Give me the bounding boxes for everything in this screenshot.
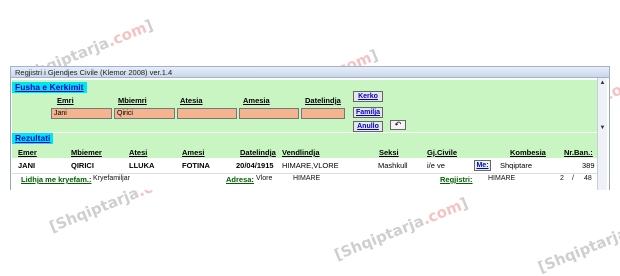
field-label-datelindja: Datelindja [305, 96, 341, 105]
atesia-input[interactable] [177, 108, 237, 119]
emri-input[interactable]: Jani [51, 108, 112, 119]
search-section-header: Fusha e Kerkimit [12, 82, 87, 93]
field-label-atesia: Atesia [180, 96, 203, 105]
family-button[interactable]: Familja [353, 107, 383, 118]
cell-datelindja: 20/04/1915 [236, 161, 274, 170]
cell-nr-ban: 389 [582, 161, 595, 170]
cell-seksi: Mashkull [378, 161, 408, 170]
column-header-mbiemer[interactable]: Mbiemer [71, 148, 102, 157]
column-header-gj-civile[interactable]: Gj.Civile [427, 148, 457, 157]
scroll-up-arrow-icon[interactable]: ▲ [599, 79, 606, 87]
cell-vendlindja: HIMARE,VLORE [282, 161, 339, 170]
window-title: Regjistri i Gjendjes Civile (Klemor 2008… [15, 68, 173, 77]
watermark: [Shqiptarja] [535, 224, 620, 276]
results-panel [12, 133, 597, 147]
lidhja-label: Lidhja me kryefam.: [21, 175, 92, 184]
cancel-button[interactable]: Anullo [353, 121, 383, 132]
column-header-atesi[interactable]: Atesi [129, 148, 147, 157]
column-header-seksi[interactable]: Seksi [379, 148, 399, 157]
column-header-amesi[interactable]: Amesi [182, 148, 205, 157]
window-title-bar[interactable]: Regjistri i Gjendjes Civile (Klemor 2008… [10, 66, 610, 78]
field-label-amesia: Amesia [243, 96, 270, 105]
adresa-label: Adresa: [226, 175, 254, 184]
undo-arrow-icon[interactable]: ↶ [390, 120, 406, 130]
lidhja-value: Kryefamiljar [93, 175, 130, 182]
column-header-kombesia[interactable]: Kombesia [510, 148, 546, 157]
watermark: [Shqiptarja.com] [331, 193, 471, 265]
page-separator: / [572, 175, 574, 182]
search-button[interactable]: Kerko [353, 91, 383, 102]
regjistri-value: HIMARE [488, 175, 516, 182]
adresa-place: HIMARE [293, 175, 321, 182]
amesia-input[interactable] [239, 108, 299, 119]
field-label-mbiemri: Mbiemri [118, 96, 147, 105]
page-total: 48 [584, 175, 592, 182]
mbiemri-input[interactable]: Qirici [114, 108, 175, 119]
column-header-emer[interactable]: Emer [18, 148, 37, 157]
scroll-down-arrow-icon[interactable]: ▼ [599, 124, 606, 132]
column-header-nr-ban[interactable]: Nr.Ban.: [564, 148, 593, 157]
cell-amesi: FOTINA [182, 161, 210, 170]
cell-atesi: LLUKA [129, 161, 155, 170]
vertical-scrollbar[interactable]: ▲ ▼ [597, 78, 607, 190]
search-panel [12, 80, 597, 132]
cell-mbiemer: QIRICI [71, 161, 94, 170]
cell-emer: JANI [18, 161, 36, 170]
datelindja-input[interactable] [301, 108, 345, 119]
field-label-emri: Emri [57, 96, 74, 105]
cell-kombesia: Shqiptare [500, 161, 533, 170]
column-header-datelindja[interactable]: Datelindja [240, 148, 276, 157]
page-current: 2 [560, 175, 564, 182]
adresa-city: Vlore [256, 175, 273, 182]
regjistri-label: Regjistri: [440, 175, 473, 184]
cell-gj-civile: i/e ve [427, 161, 445, 170]
results-section-header: Rezultati [12, 133, 54, 144]
me-button[interactable]: Me: [474, 160, 491, 171]
column-header-vendlindja[interactable]: Vendlindja [282, 148, 320, 157]
